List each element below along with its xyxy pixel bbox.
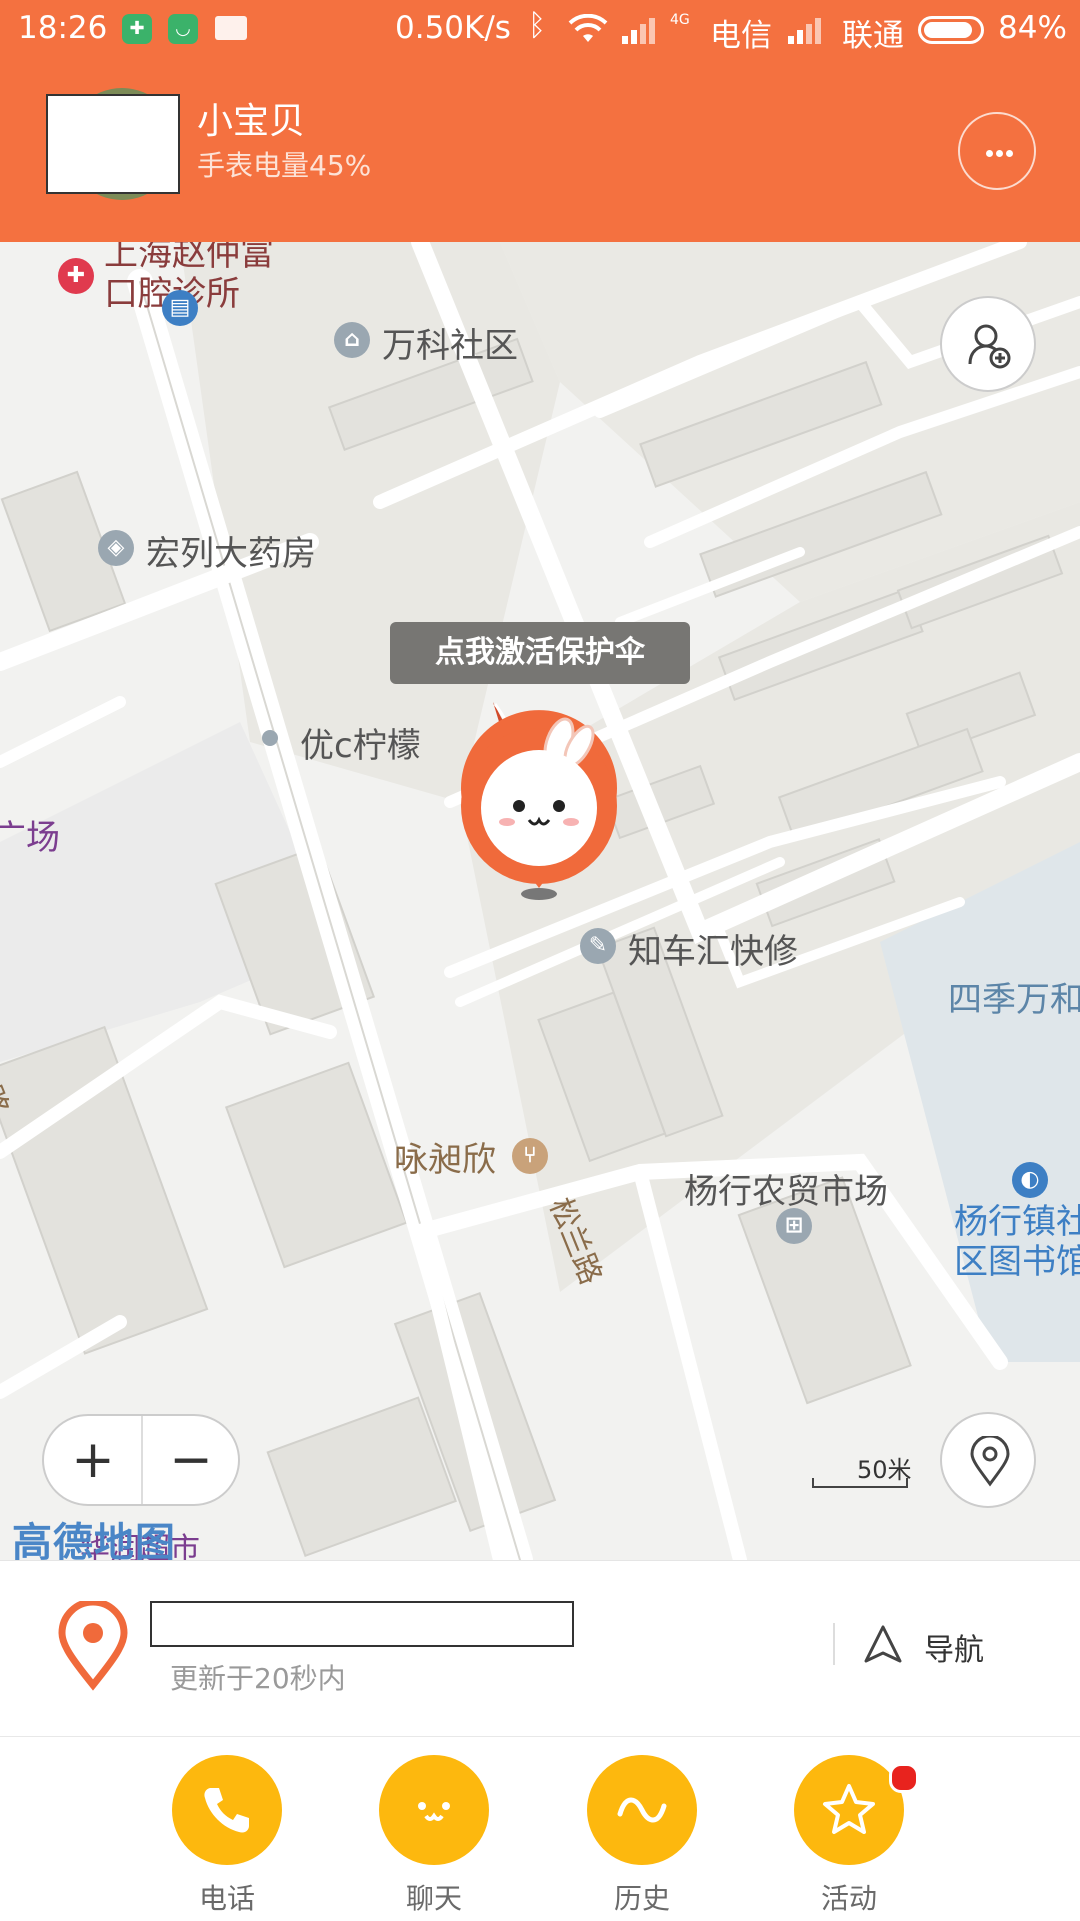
map-view[interactable]: ✚ 上海赵仲富 口腔诊所 ▤ ⌂ 万科社区 ◈ 宏列大药房 优c柠檬 广场 ✎ …	[0, 242, 1080, 1560]
card-divider	[833, 1623, 835, 1665]
network-type: 4G	[670, 12, 690, 28]
add-guardian-button[interactable]	[940, 296, 1036, 392]
locate-button[interactable]	[940, 1412, 1036, 1508]
child-location-marker[interactable]	[455, 682, 635, 922]
notification-badge	[889, 1763, 919, 1793]
carrier-1: 电信	[710, 18, 772, 54]
pharmacy-icon[interactable]: ◈	[98, 530, 134, 566]
poi-library-line2: 区图书馆	[954, 1242, 1080, 1282]
update-time: 更新于20秒内	[170, 1662, 346, 1695]
watch-battery: 手表电量45%	[197, 149, 372, 182]
battery-icon	[918, 16, 984, 44]
tab-history[interactable]: 历史	[572, 1755, 712, 1915]
tab-history-label: 历史	[613, 1882, 670, 1915]
zoom-in-button[interactable]: +	[44, 1416, 142, 1504]
phone-button[interactable]	[172, 1755, 282, 1865]
bottom-tab-bar: 电话 聊天 历史 活动	[0, 1736, 1080, 1921]
poi-market[interactable]: 杨行农贸市场	[684, 1164, 888, 1213]
location-pin-icon	[970, 1436, 1010, 1487]
more-dot-icon	[986, 150, 993, 157]
mail-icon	[215, 16, 247, 40]
phone-icon	[204, 1788, 249, 1833]
zoom-out-button[interactable]: −	[142, 1416, 240, 1504]
bluetooth-icon: ᛒ	[528, 8, 546, 43]
poi-repair[interactable]: 知车汇快修	[628, 924, 798, 973]
amap-logo: 高德地图	[12, 1520, 176, 1560]
more-dot-icon	[1006, 150, 1013, 157]
poi-restaurant[interactable]: 咏昶欣	[394, 1132, 496, 1181]
restaurant-icon[interactable]: ⑂	[512, 1138, 548, 1174]
star-icon	[823, 1784, 875, 1834]
chat-icon	[418, 1802, 450, 1821]
add-person-icon	[968, 324, 1011, 369]
poi-four-seasons[interactable]: 四季万和	[948, 972, 1080, 1021]
avatar-redacted	[46, 94, 180, 194]
shield-icon: ✚	[122, 14, 152, 44]
poi-clinic-line1: 上海赵仲富	[104, 242, 274, 274]
tab-activity-label: 活动	[820, 1882, 877, 1915]
navigate-button[interactable]: 导航	[924, 1625, 984, 1669]
poi-pharmacy[interactable]: 宏列大药房	[146, 526, 316, 575]
chat-button[interactable]	[379, 1755, 489, 1865]
clinic-icon[interactable]: ✚	[58, 258, 94, 294]
history-button[interactable]	[587, 1755, 697, 1865]
child-name: 小宝贝	[197, 101, 306, 142]
status-time: 18:26	[18, 10, 108, 46]
library-icon[interactable]: ◐	[1012, 1162, 1048, 1198]
poi-community[interactable]: 万科社区	[382, 318, 518, 367]
wifi-icon	[568, 14, 608, 42]
community-icon[interactable]: ⌂	[334, 322, 370, 358]
status-bar: 18:26 ✚ ◡ 0.50K/s ᛒ 4G 电信 联通 84%	[0, 0, 1080, 62]
poi-lemon[interactable]: 优c柠檬	[300, 718, 421, 767]
location-card: 更新于20秒内 导航	[0, 1560, 1080, 1737]
signal-icon-1	[622, 18, 655, 44]
battery-percent: 84%	[998, 10, 1067, 46]
navigation-icon[interactable]	[862, 1623, 904, 1665]
activate-umbrella-tooltip[interactable]: 点我激活保护伞	[390, 622, 690, 684]
tab-chat-label: 聊天	[405, 1882, 462, 1915]
zoom-control: + −	[42, 1414, 240, 1506]
tab-chat[interactable]: 聊天	[364, 1755, 504, 1915]
more-button[interactable]	[958, 112, 1036, 190]
more-dot-icon	[996, 150, 1003, 157]
net-speed: 0.50K/s	[395, 10, 511, 46]
tab-phone[interactable]: 电话	[157, 1755, 297, 1915]
poi-library[interactable]: 杨行镇社 区图书馆	[954, 1202, 1080, 1282]
app-notification-icon: ◡	[168, 14, 198, 44]
address-redacted	[150, 1601, 574, 1647]
bus-stop-icon[interactable]: ▤	[162, 290, 198, 326]
repair-icon[interactable]: ✎	[580, 928, 616, 964]
carrier-2: 联通	[842, 18, 904, 54]
poi-plaza[interactable]: 广场	[0, 810, 60, 859]
map-scale-bar	[812, 1478, 908, 1488]
app-header: 小宝贝 手表电量45%	[0, 62, 1080, 242]
market-icon[interactable]: ⊞	[776, 1208, 812, 1244]
signal-icon-2	[788, 18, 821, 44]
tab-phone-label: 电话	[198, 1882, 255, 1915]
activity-button[interactable]	[794, 1755, 904, 1865]
poi-library-line1: 杨行镇社	[954, 1202, 1080, 1242]
history-icon	[617, 1797, 667, 1823]
tab-activity[interactable]: 活动	[779, 1755, 919, 1915]
dot-icon	[262, 730, 278, 746]
location-pin-icon	[58, 1601, 128, 1691]
